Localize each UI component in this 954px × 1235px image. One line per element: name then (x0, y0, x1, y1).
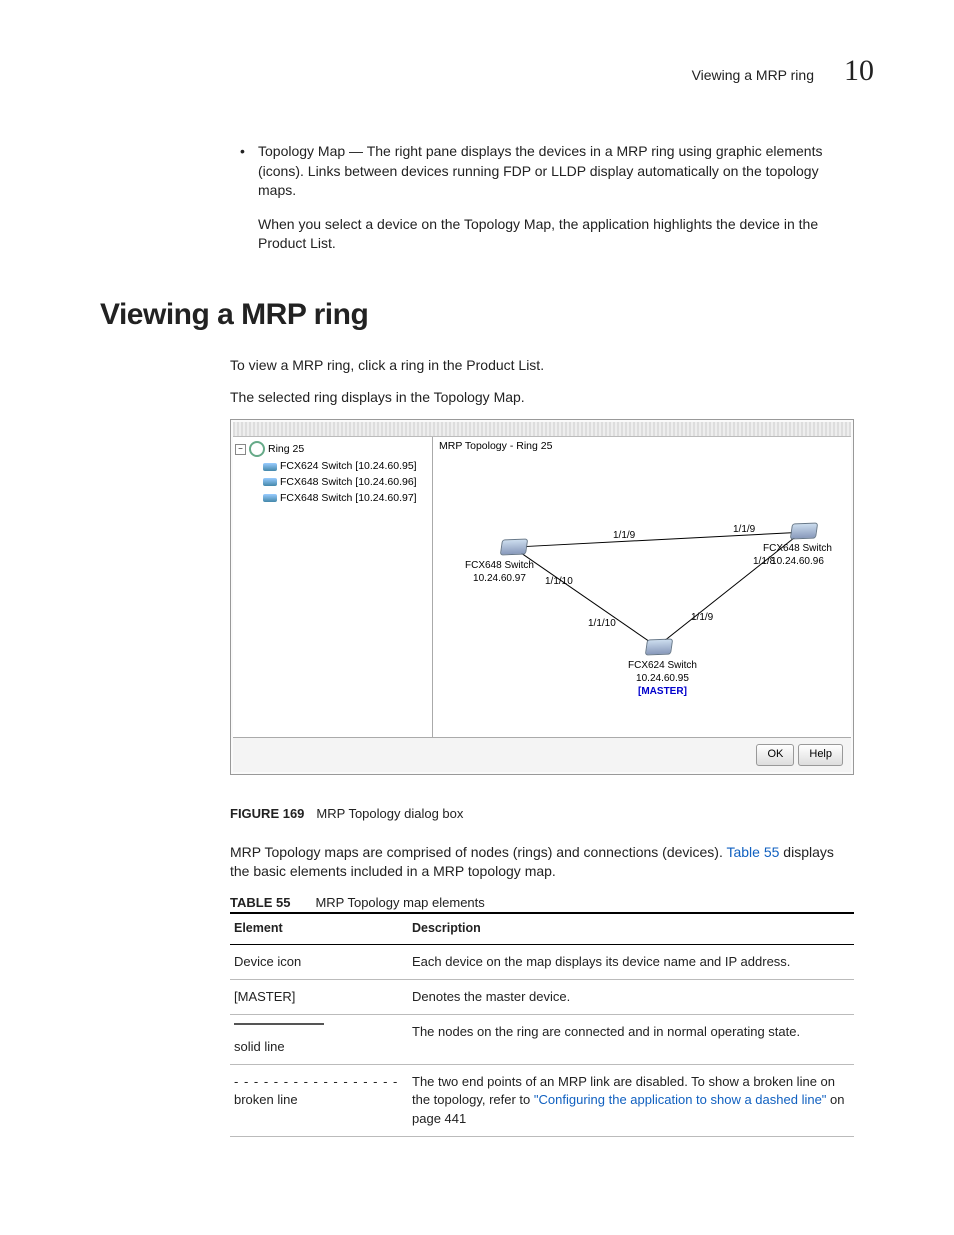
solid-line-swatch (234, 1023, 324, 1024)
cell-description: The two end points of an MRP link are di… (408, 1065, 854, 1137)
ring-icon (249, 441, 265, 457)
cell-element: [MASTER] (230, 979, 408, 1014)
edge-label: 1/1/10 (545, 575, 573, 588)
table-row: Device icon Each device on the map displ… (230, 944, 854, 979)
cell-element: - - - - - - - - - - - - - - - - - broken… (230, 1065, 408, 1137)
bullet-follow-text: When you select a device on the Topology… (258, 215, 854, 254)
node-bottom-name: FCX624 Switch (628, 660, 697, 671)
col-header-element: Element (230, 913, 408, 944)
para-1: To view a MRP ring, click a ring in the … (230, 356, 854, 376)
cell-description: Denotes the master device. (408, 979, 854, 1014)
master-tag: [MASTER] (638, 686, 687, 697)
tree-item[interactable]: FCX624 Switch [10.24.60.95] (280, 459, 417, 474)
table-row: - - - - - - - - - - - - - - - - - broken… (230, 1065, 854, 1137)
node-icon-bottom[interactable] (645, 639, 673, 656)
tree-root-label[interactable]: Ring 25 (268, 442, 304, 457)
node-right-name: FCX648 Switch (763, 543, 832, 554)
node-icon-right[interactable] (790, 523, 818, 540)
tree-pane[interactable]: − Ring 25 FCX624 Switch [10.24.60.95] FC… (233, 437, 433, 737)
edge-label: 1/1/9 (691, 611, 713, 624)
dashed-line-swatch: - - - - - - - - - - - - - - - - - (234, 1074, 398, 1089)
switch-icon (263, 494, 277, 502)
edge-label: 1/1/10 (588, 617, 616, 630)
cell-element: Device icon (230, 944, 408, 979)
figure-caption: FIGURE 169MRP Topology dialog box (230, 805, 874, 823)
tree-item[interactable]: FCX648 Switch [10.24.60.96] (280, 475, 417, 490)
ok-button[interactable]: OK (756, 744, 794, 765)
node-left-name: FCX648 Switch (465, 560, 534, 571)
edge-label: 1/1/9 (733, 523, 755, 536)
node-icon-left[interactable] (500, 539, 528, 556)
table-55: Element Description Device icon Each dev… (230, 912, 854, 1137)
bullet-text: Topology Map — The right pane displays t… (258, 142, 854, 201)
help-button[interactable]: Help (798, 744, 843, 765)
collapse-icon[interactable]: − (235, 444, 246, 455)
table-row: solid line The nodes on the ring are con… (230, 1014, 854, 1064)
switch-icon (263, 478, 277, 486)
topology-pane[interactable]: MRP Topology - Ring 25 FCX648 Switch 10.… (433, 437, 851, 737)
table-55-link[interactable]: Table 55 (726, 844, 779, 860)
cell-description: Each device on the map displays its devi… (408, 944, 854, 979)
after-figure-para: MRP Topology maps are comprised of nodes… (230, 843, 854, 882)
cell-element: solid line (230, 1014, 408, 1064)
node-left-ip: 10.24.60.97 (473, 573, 526, 584)
dashed-line-link[interactable]: "Configuring the application to show a d… (534, 1092, 827, 1107)
section-heading: Viewing a MRP ring (100, 294, 874, 336)
node-bottom-ip: 10.24.60.95 (636, 673, 689, 684)
cell-description: The nodes on the ring are connected and … (408, 1014, 854, 1064)
dialog-toolbar (233, 422, 851, 437)
page-header-title: Viewing a MRP ring (692, 66, 814, 86)
table-row: [MASTER] Denotes the master device. (230, 979, 854, 1014)
chapter-number: 10 (844, 50, 874, 92)
table-caption: TABLE 55MRP Topology map elements (230, 894, 874, 912)
bullet-dot: • (240, 142, 258, 201)
col-header-description: Description (408, 913, 854, 944)
tree-item[interactable]: FCX648 Switch [10.24.60.97] (280, 491, 417, 506)
node-right-ip: 10.24.60.96 (771, 556, 824, 567)
figure-169: − Ring 25 FCX624 Switch [10.24.60.95] FC… (230, 419, 854, 774)
para-2: The selected ring displays in the Topolo… (230, 388, 854, 408)
switch-icon (263, 463, 277, 471)
edge-label: 1/1/8 (753, 555, 775, 568)
edge-label: 1/1/9 (613, 529, 635, 542)
